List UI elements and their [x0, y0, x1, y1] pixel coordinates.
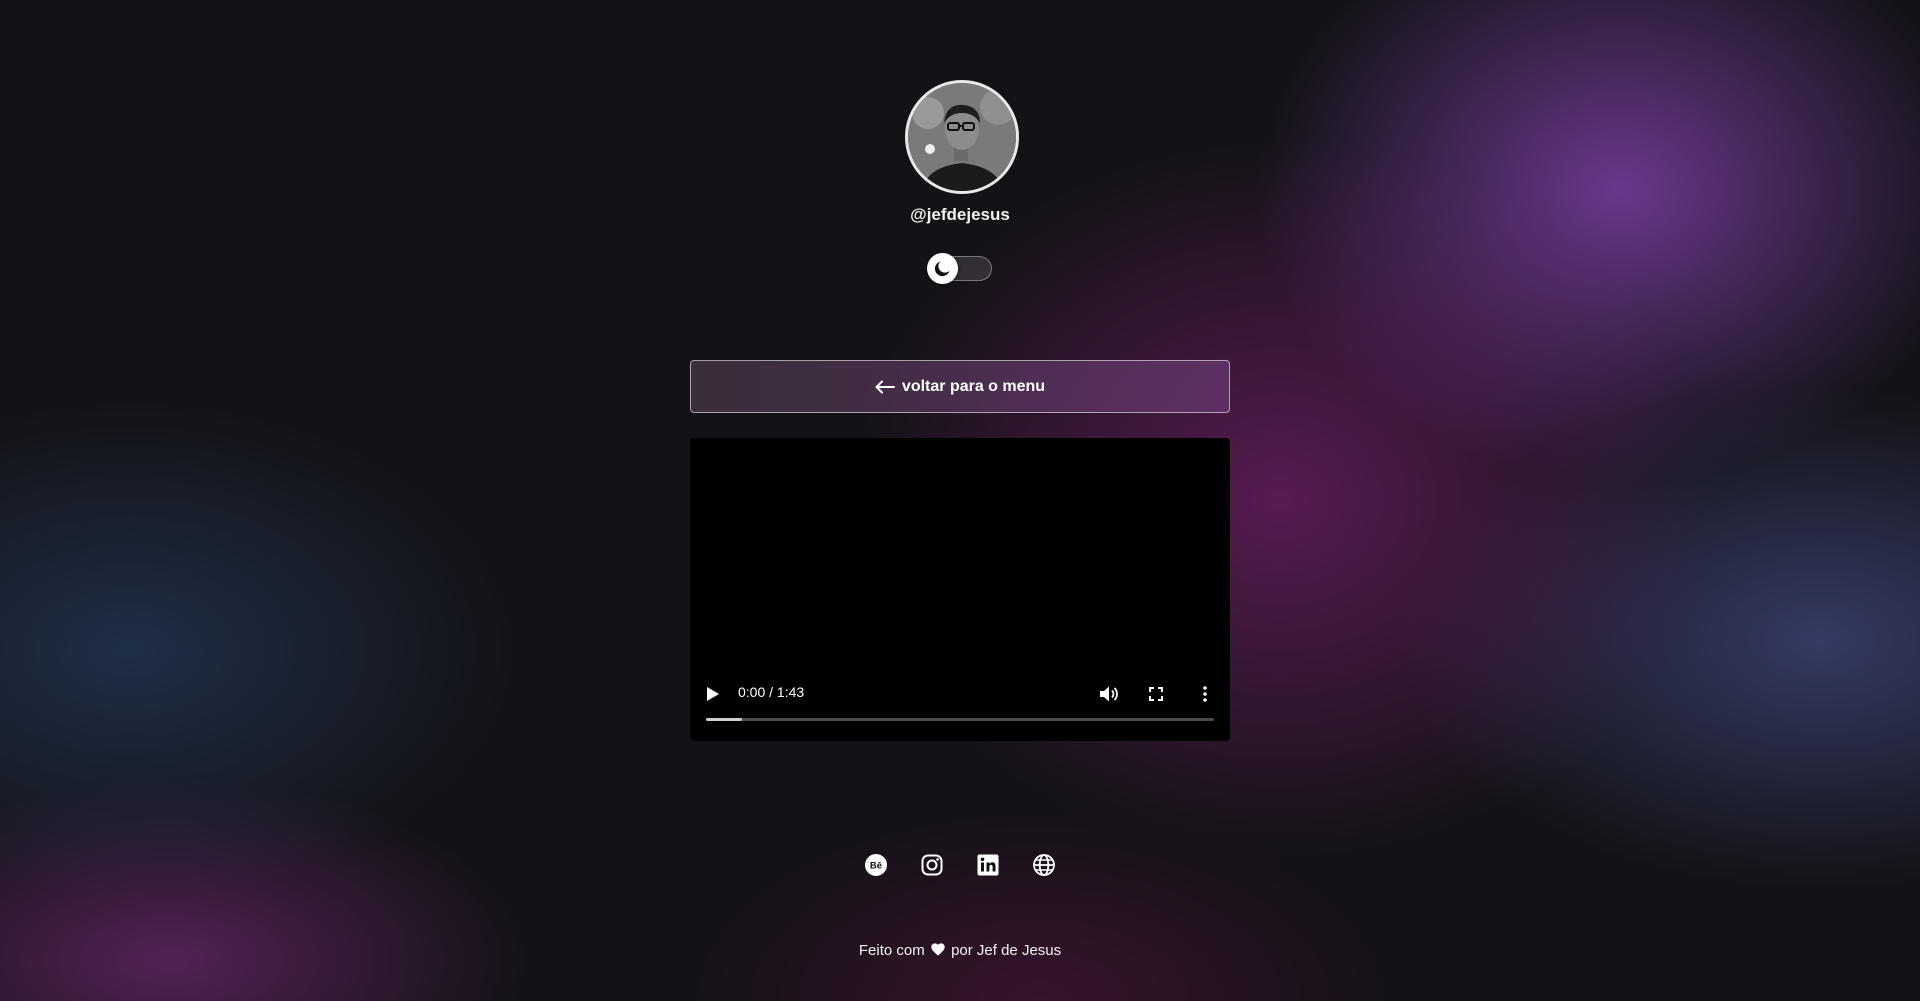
volume-icon[interactable]: [1099, 685, 1119, 703]
video-controls: 0:00 / 1:43: [690, 438, 1230, 741]
footer-text-after: por Jef de Jesus: [951, 942, 1062, 959]
play-icon[interactable]: [706, 686, 720, 702]
footer-text-before: Feito com: [858, 942, 925, 959]
avatar: [905, 80, 1019, 194]
video-time: 0:00 / 1:43: [738, 684, 805, 700]
footer-credit: Feito com por Jef de Jesus: [0, 942, 1920, 959]
username: @jefdejesus: [910, 205, 1010, 224]
social-links: Bē: [0, 853, 1920, 877]
video-player[interactable]: 0:00 / 1:43: [690, 438, 1230, 741]
more-options-icon[interactable]: [1203, 686, 1207, 702]
fullscreen-icon[interactable]: [1149, 687, 1163, 701]
arrow-left-icon: [875, 380, 895, 393]
profile-photo: [908, 83, 1016, 191]
video-progress-bar[interactable]: [706, 718, 1214, 721]
video-progress-fill: [706, 718, 742, 721]
back-button-label: voltar para o menu: [901, 377, 1046, 395]
toggle-knob[interactable]: [927, 253, 958, 284]
instagram-icon[interactable]: [920, 853, 944, 877]
moon-icon: [934, 261, 950, 277]
back-to-menu-button[interactable]: voltar para o menu: [690, 360, 1230, 413]
linkedin-icon[interactable]: [976, 853, 1000, 877]
heart-icon: [931, 943, 945, 956]
globe-icon[interactable]: [1032, 853, 1056, 877]
theme-toggle[interactable]: [927, 253, 992, 284]
behance-icon[interactable]: Bē: [864, 853, 888, 877]
svg-text:Bē: Bē: [870, 861, 882, 872]
